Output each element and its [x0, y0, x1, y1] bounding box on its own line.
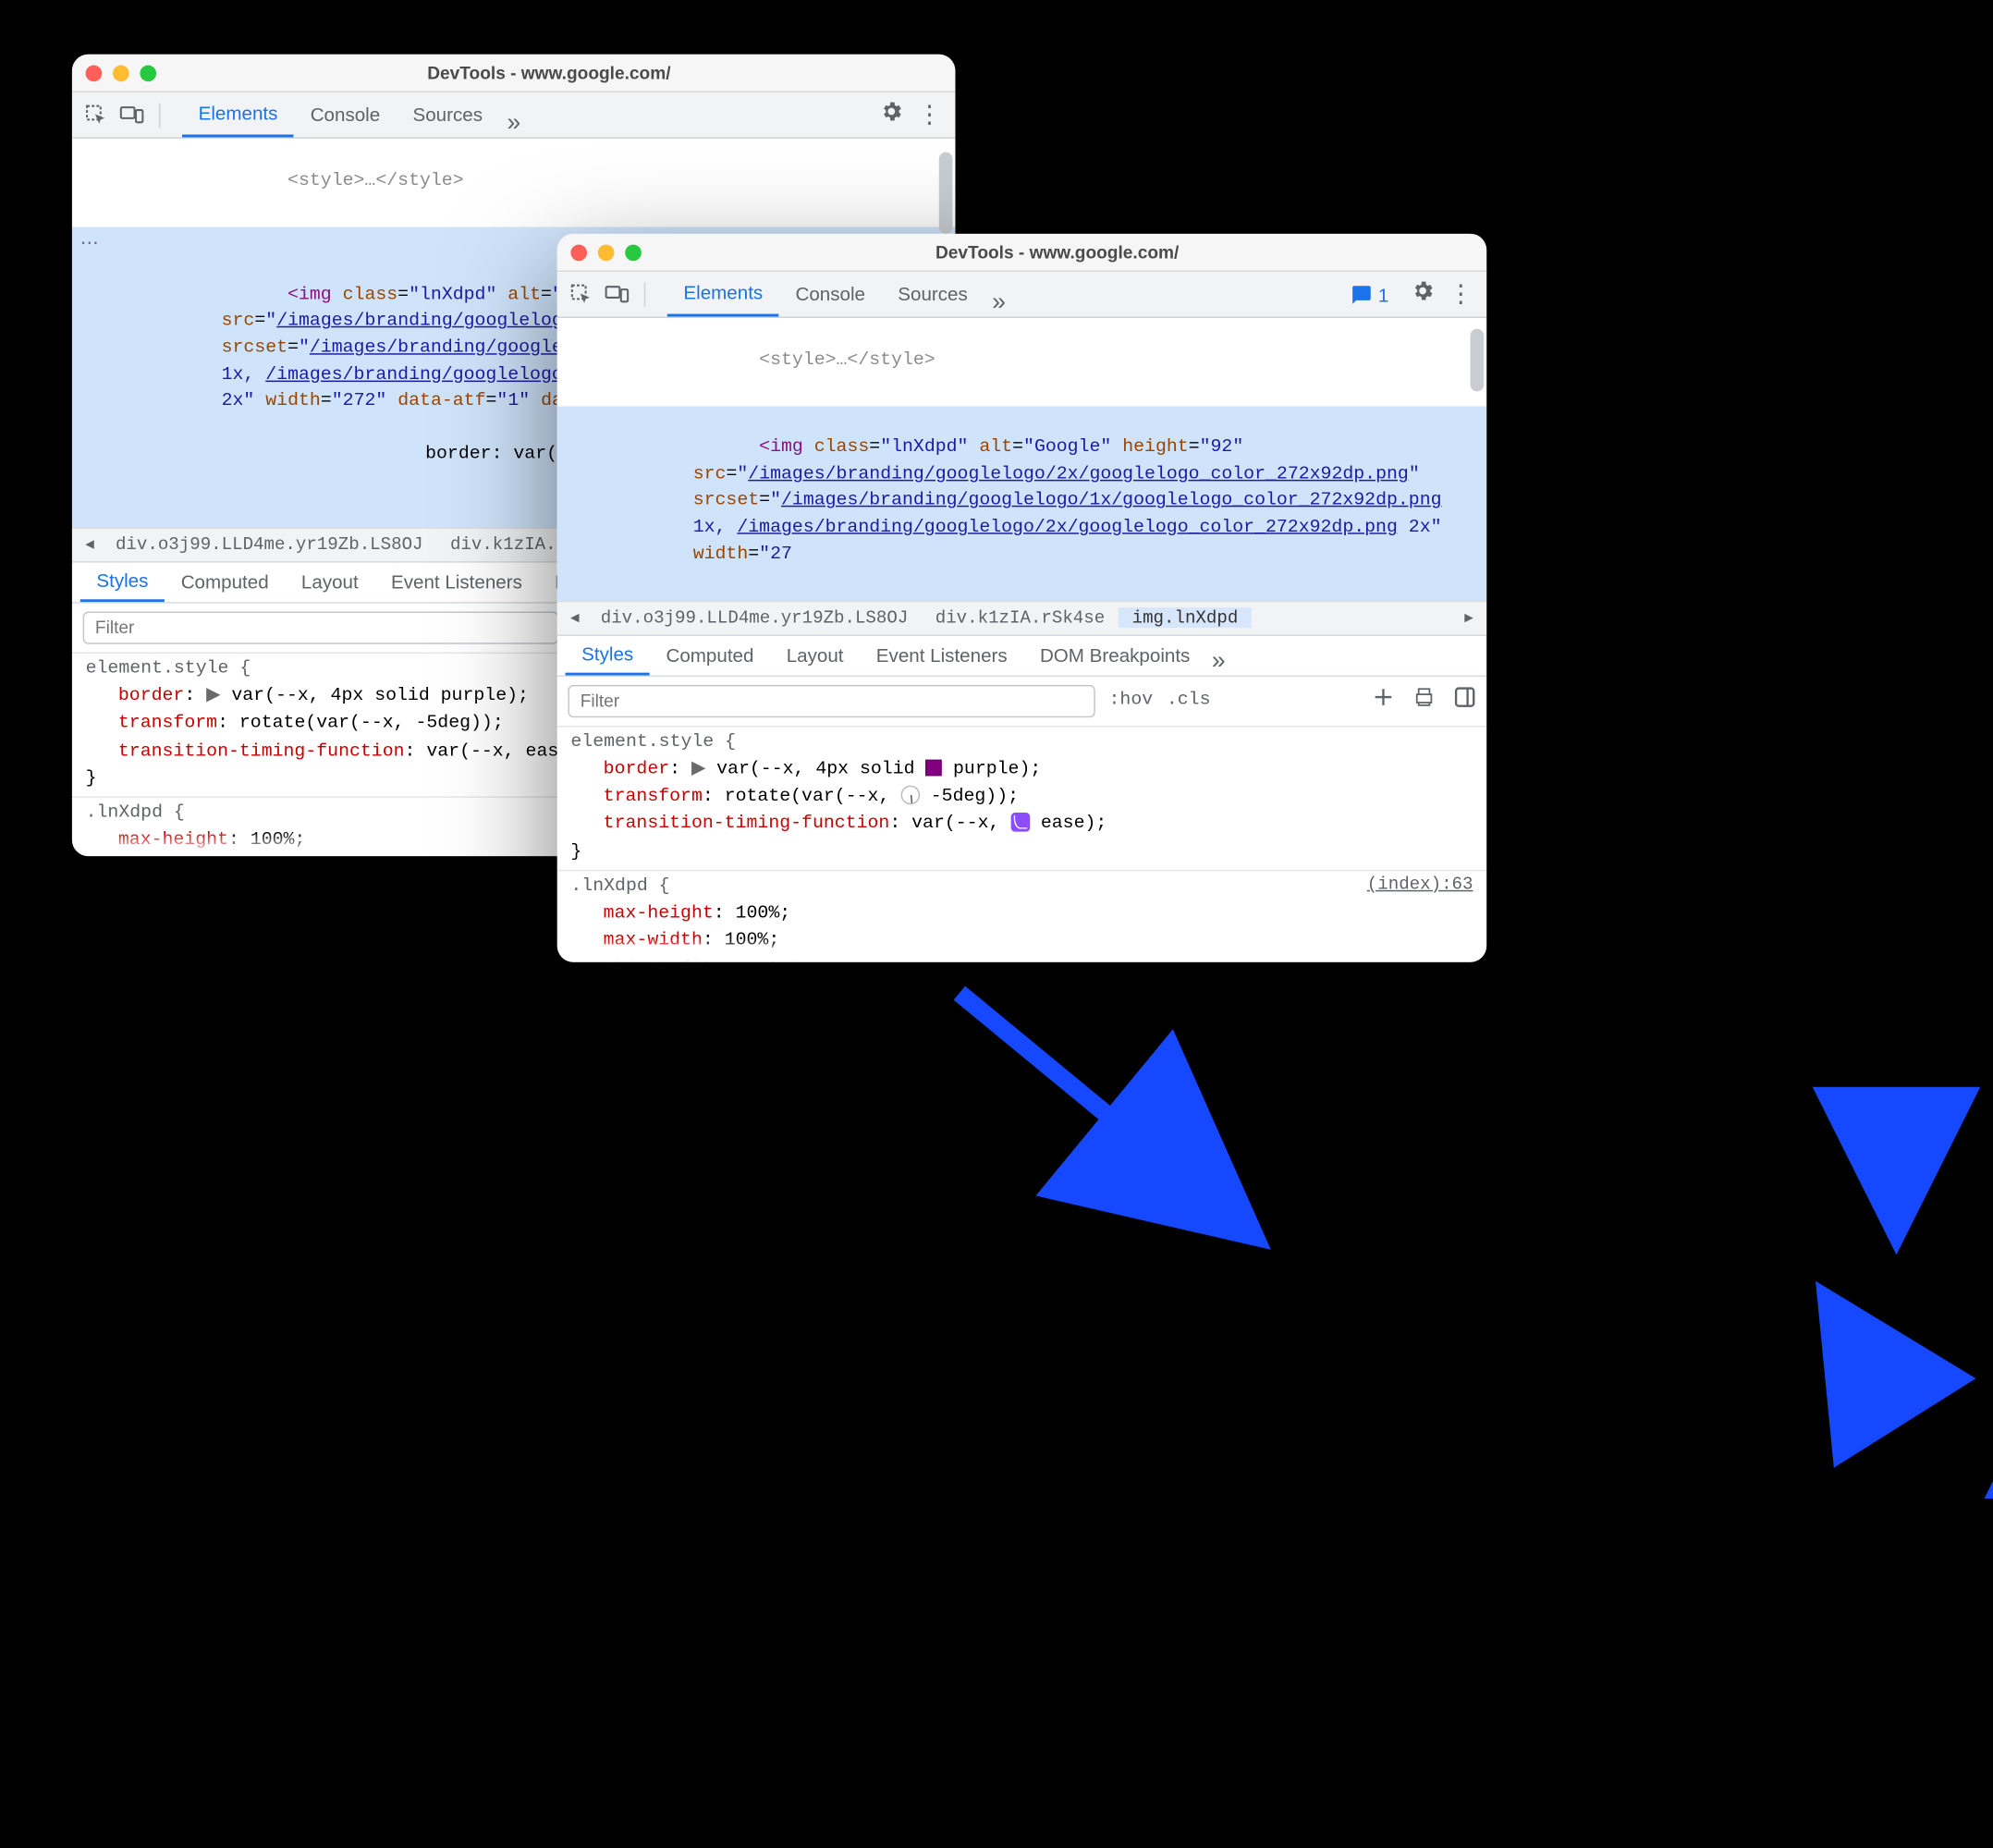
breadcrumb-prev-icon[interactable]: ◂ — [563, 607, 587, 628]
dom-scrollbar-thumb[interactable] — [939, 153, 953, 234]
device-toggle-icon[interactable] — [118, 102, 145, 129]
styles-filter-input[interactable] — [83, 611, 559, 643]
src-link[interactable]: /images/branding/googlelogo/2x/googlelog… — [748, 464, 1409, 484]
devtools-window-after: DevTools - www.google.com/ Elements Cons… — [557, 234, 1486, 962]
minimize-icon[interactable] — [598, 244, 615, 261]
titlebar: DevTools - www.google.com/ — [557, 234, 1486, 272]
styles-filter-input[interactable] — [568, 684, 1094, 716]
expand-shorthand-icon[interactable]: ▶ — [206, 687, 220, 707]
inspect-icon[interactable] — [83, 102, 110, 129]
kebab-icon[interactable]: ⋮ — [914, 101, 944, 129]
window-title: DevTools - www.google.com/ — [642, 242, 1473, 263]
zoom-icon[interactable] — [625, 244, 642, 261]
close-icon[interactable] — [86, 65, 103, 81]
subtab-computed[interactable]: Computed — [650, 635, 770, 675]
more-tabs-icon[interactable]: » — [984, 288, 1013, 317]
styles-filter-row: :hov .cls — [557, 677, 1486, 727]
breadcrumb-bar: ◂ div.o3j99.LLD4me.yr19Zb.LS8OJ div.k1zI… — [557, 600, 1486, 635]
styles-subtabs: Styles Computed Layout Event Listeners D… — [557, 635, 1486, 676]
gutter-ellipsis-icon[interactable]: ⋯ — [80, 232, 99, 259]
inspect-icon[interactable] — [568, 281, 594, 308]
tab-elements[interactable]: Elements — [667, 271, 779, 317]
minimize-icon[interactable] — [113, 65, 129, 81]
panel-tabs: Elements Console Sources » — [182, 92, 529, 138]
messages-badge[interactable]: 1 — [1351, 283, 1388, 305]
main-toolbar: Elements Console Sources » ⋮ — [72, 92, 956, 139]
window-title: DevTools - www.google.com/ — [156, 63, 942, 83]
subtab-styles[interactable]: Styles — [80, 562, 165, 602]
tab-sources[interactable]: Sources — [882, 271, 984, 317]
breadcrumb-next-icon[interactable]: ▸ — [1457, 607, 1481, 628]
main-toolbar: Elements Console Sources » 1 ⋮ — [557, 272, 1486, 318]
more-tabs-icon[interactable]: » — [499, 109, 529, 138]
cls-toggle[interactable]: .cls — [1167, 691, 1211, 711]
computed-panel-toggle-icon[interactable] — [1454, 687, 1476, 716]
subtab-event-listeners[interactable]: Event Listeners — [860, 635, 1023, 675]
breadcrumb-item-active[interactable]: img.lnXdpd — [1119, 607, 1252, 628]
dom-scrollbar-thumb[interactable] — [1471, 329, 1485, 392]
tab-console[interactable]: Console — [294, 91, 397, 137]
color-swatch-icon[interactable] — [925, 760, 942, 777]
settings-icon[interactable] — [1408, 278, 1437, 310]
easing-swatch-icon[interactable] — [1010, 814, 1030, 833]
subtab-styles[interactable]: Styles — [566, 635, 650, 675]
tab-elements[interactable]: Elements — [182, 91, 294, 137]
close-icon[interactable] — [570, 244, 587, 261]
srcset-link-1x[interactable]: /images/branding/googlelogo/1x/googlelog… — [781, 491, 1442, 511]
subtab-layout[interactable]: Layout — [285, 562, 374, 602]
kebab-icon[interactable]: ⋮ — [1446, 280, 1475, 309]
subtab-dom-breakpoints[interactable]: DOM Breakpoints — [1023, 635, 1206, 675]
dom-node-style: <style>…</style> — [72, 139, 956, 226]
breadcrumb-item[interactable]: div.o3j99.LLD4me.yr19Zb.LS8OJ — [587, 607, 922, 628]
subtab-event-listeners[interactable]: Event Listeners — [374, 562, 538, 602]
more-subtabs-icon[interactable]: » — [1206, 646, 1230, 675]
subtab-layout[interactable]: Layout — [770, 635, 860, 675]
subtab-computed[interactable]: Computed — [165, 562, 285, 602]
breadcrumb-item[interactable]: div.o3j99.LLD4me.yr19Zb.LS8OJ — [102, 534, 436, 555]
tab-console[interactable]: Console — [779, 271, 882, 317]
hov-toggle[interactable]: :hov — [1109, 691, 1154, 711]
element-style-rule[interactable]: element.style { border: ▶ var(--x, 4px s… — [557, 727, 1486, 871]
expand-shorthand-icon[interactable]: ▶ — [691, 760, 705, 780]
zoom-icon[interactable] — [140, 65, 156, 81]
dom-node-style: <style>…</style> — [557, 318, 1486, 406]
new-style-rule-icon[interactable] — [1373, 687, 1395, 716]
settings-icon[interactable] — [876, 99, 906, 130]
source-link[interactable]: (index):63 — [1367, 871, 1473, 898]
breadcrumb-item[interactable]: div.k1zIA.rSk4se — [922, 607, 1119, 628]
srcset-link-2x[interactable]: /images/branding/googlelogo/2x/googlelog… — [737, 518, 1398, 538]
angle-swatch-icon[interactable] — [900, 786, 920, 805]
dom-node-img-selected[interactable]: <img class="lnXdpd" alt="Google" height=… — [557, 406, 1486, 600]
panel-tabs: Elements Console Sources » — [667, 272, 1014, 317]
breadcrumb-prev-icon[interactable]: ◂ — [78, 534, 102, 555]
print-icon[interactable] — [1413, 687, 1436, 716]
device-toggle-icon[interactable] — [604, 281, 630, 308]
tab-sources[interactable]: Sources — [397, 91, 499, 137]
titlebar: DevTools - www.google.com/ — [72, 55, 956, 92]
